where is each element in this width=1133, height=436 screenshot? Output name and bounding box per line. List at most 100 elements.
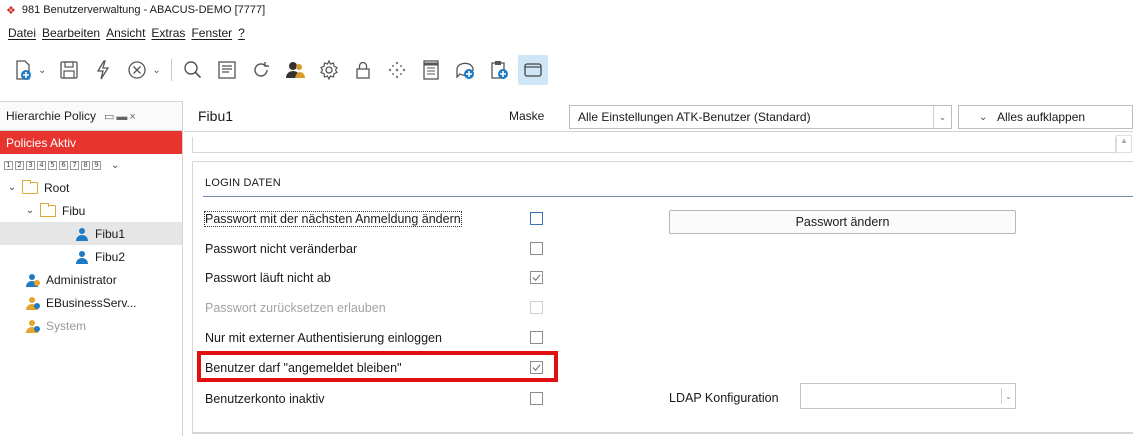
level-4-button[interactable]: 4 [37,160,46,170]
menu-help[interactable]: ? [238,26,245,44]
checkbox-password-change-next-login[interactable] [530,212,543,225]
menu-ansicht[interactable]: Ansicht [106,26,145,44]
settings-icon[interactable] [314,55,344,85]
chevron-down-icon[interactable]: ⌄ [933,106,951,128]
login-data-section: LOGIN DATEN Passwort mit der nächsten An… [192,161,1133,433]
tree-item-fibu2[interactable]: Fibu2 [0,245,182,268]
users-icon[interactable] [280,55,310,85]
user-icon [76,227,88,241]
checkbox-allow-password-reset [530,301,543,314]
title-bar: ❖ 981 Benutzerverwaltung - ABACUS-DEMO [… [0,0,1133,20]
hierarchy-panel-header: Hierarchie Policy ▭▬× [0,101,182,131]
user-icon [76,250,88,264]
save-icon[interactable] [54,55,84,85]
level-2-button[interactable]: 2 [15,160,24,170]
tree-item-label: Fibu2 [95,249,126,264]
checkbox-password-not-changeable[interactable] [530,242,543,255]
tree-item-administrator[interactable]: Administrator [0,268,182,291]
toolbar: ⌄ ⌄ [8,54,552,86]
tree-item-label: Administrator [46,272,117,287]
row-label-allow-password-reset: Passwort zurücksetzen erlauben [205,301,386,315]
expand-all-select[interactable]: ⌄ Alles aufklappen [958,105,1133,129]
level-9-button[interactable]: 9 [92,160,101,170]
row-label-password-not-changeable: Passwort nicht veränderbar [205,242,358,256]
tree-item-label: System [46,318,87,333]
chevron-down-icon[interactable]: ⌄ [152,65,160,76]
chevron-down-icon[interactable]: ⌄ [24,205,36,216]
tree-level-selector: 1 2 3 4 5 6 7 8 9 ⌄ [0,154,182,176]
menu-datei[interactable]: Datei [8,26,36,44]
document-icon[interactable] [416,55,446,85]
row-label-external-auth-only: Nur mit externer Authentisierung einlogg… [205,331,442,345]
ldap-config-select[interactable]: ⌄ [800,383,1016,409]
maske-label: Maske [509,109,545,123]
menu-fenster[interactable]: Fenster [191,26,232,44]
search-icon[interactable] [178,55,208,85]
maske-select-value: Alle Einstellungen ATK-Benutzer (Standar… [578,110,811,124]
window-title: 981 Benutzerverwaltung - ABACUS-DEMO [77… [21,4,266,16]
window-icon[interactable] [517,55,548,85]
panel-controls-icon[interactable]: ▭▬× [104,110,138,123]
level-3-button[interactable]: 3 [26,160,35,170]
service-user-icon [26,296,40,310]
hierarchy-panel-title: Hierarchie Policy [6,109,97,123]
lightning-icon[interactable] [88,55,118,85]
tree-item-label: Fibu1 [95,226,126,241]
main-header: Fibu1 Maske Alle Einstellungen ATK-Benut… [184,101,1133,132]
app-icon: ❖ [6,4,16,17]
checkbox-password-never-expires[interactable] [530,271,543,284]
content-panel: ▲ LOGIN DATEN Passwort mit der nächsten … [184,133,1133,436]
toolbar-separator [170,59,172,81]
add-comment-icon[interactable] [450,55,480,85]
chevron-down-icon[interactable]: ⌄ [1001,388,1015,404]
level-5-button[interactable]: 5 [48,160,57,170]
cancel-icon[interactable] [122,55,152,85]
tree-item-label: Root [44,180,70,195]
level-1-button[interactable]: 1 [4,160,13,170]
menu-bearbeiten[interactable]: Bearbeiten [42,26,100,44]
tree-item-ebusiness[interactable]: EBusinessServ... [0,291,182,314]
folder-icon [22,179,38,194]
tree-item-fibu1[interactable]: Fibu1 [0,222,182,245]
hierarchy-panel: Hierarchie Policy ▭▬× Policies Aktiv 1 2… [0,101,183,436]
section-divider [203,196,1133,197]
chevron-down-icon[interactable]: ⌄ [111,160,119,171]
policies-active-bar: Policies Aktiv [0,131,182,154]
folder-icon [40,202,56,217]
page-title: Fibu1 [198,108,234,124]
clipboard-add-icon[interactable] [484,55,514,85]
sparkle-icon[interactable] [382,55,412,85]
menu-bar: Datei Bearbeiten Ansicht Extras Fenster … [8,26,245,44]
admin-user-icon [26,273,40,287]
maske-select[interactable]: Alle Einstellungen ATK-Benutzer (Standar… [569,105,952,129]
level-6-button[interactable]: 6 [59,160,68,170]
tree-item-label: Fibu [62,203,86,218]
row-label-password-never-expires: Passwort läuft nicht ab [205,271,331,285]
checkbox-external-auth-only[interactable] [530,331,543,344]
level-8-button[interactable]: 8 [81,160,90,170]
tree-item-fibu[interactable]: ⌄ Fibu [0,199,182,222]
service-user-icon [26,319,40,333]
tree-item-label: EBusinessServ... [46,295,137,310]
checkbox-account-inactive[interactable] [530,392,543,405]
notes-icon[interactable] [212,55,242,85]
tree-item-root[interactable]: ⌄ Root [0,176,182,199]
collapsed-section [192,137,1116,153]
highlight-box [197,351,558,382]
chevron-down-icon[interactable]: ⌄ [38,65,46,76]
section-title: LOGIN DATEN [205,177,281,189]
policies-active-label: Policies Aktiv [6,135,77,150]
level-7-button[interactable]: 7 [70,160,79,170]
lock-icon[interactable] [348,55,378,85]
tree-item-system[interactable]: System [0,314,182,337]
menu-extras[interactable]: Extras [151,26,185,44]
new-document-icon[interactable] [8,55,38,85]
ldap-config-label: LDAP Konfiguration [669,391,779,405]
scroll-up-icon[interactable]: ▲ [1116,135,1132,153]
checkmark-icon [532,274,541,282]
chevron-down-icon: ⌄ [979,111,988,123]
chevron-down-icon[interactable]: ⌄ [6,182,18,193]
refresh-icon[interactable] [246,55,276,85]
change-password-button[interactable]: Passwort ändern [669,210,1016,234]
row-label-password-change-next-login: Passwort mit der nächsten Anmeldung ände… [204,211,462,227]
